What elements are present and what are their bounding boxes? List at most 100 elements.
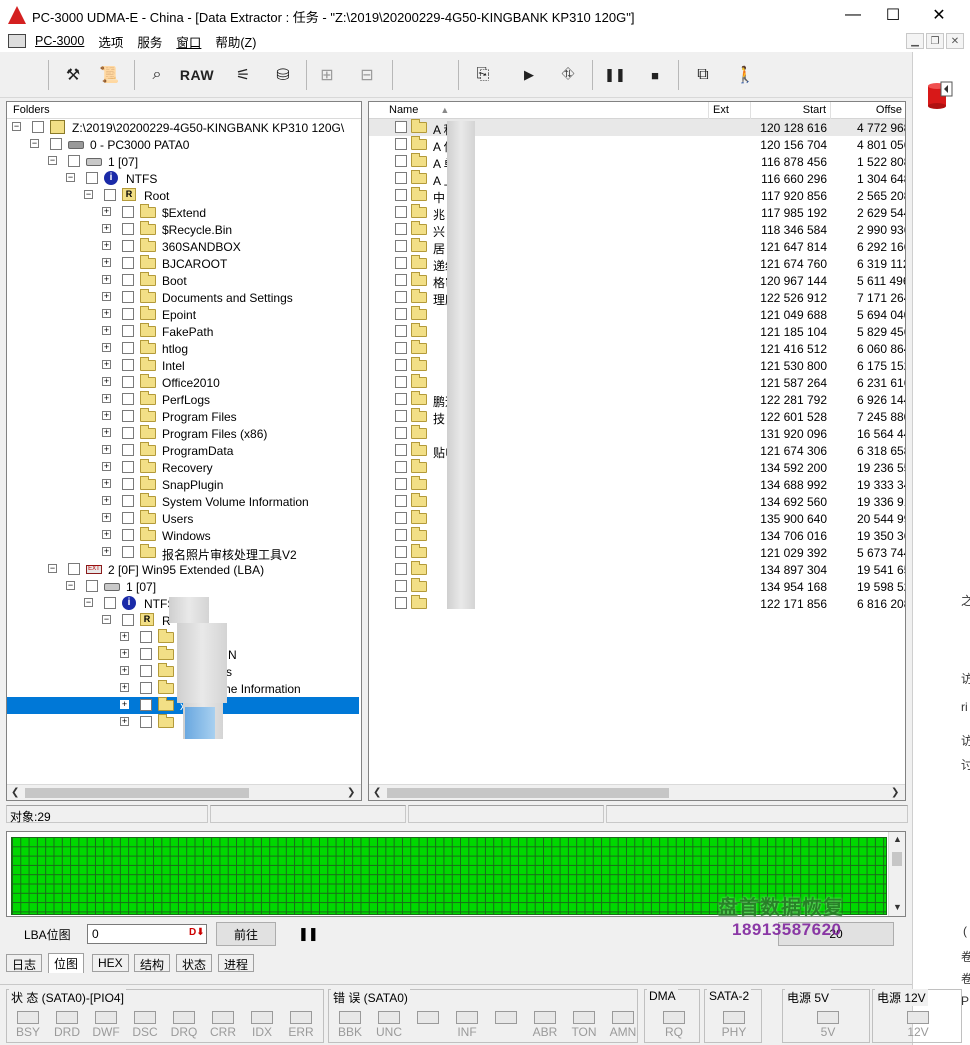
file-row-checkbox[interactable] — [395, 495, 407, 507]
collapse-icon[interactable]: − — [84, 190, 93, 199]
file-row-checkbox[interactable] — [395, 512, 407, 524]
tree-item[interactable]: − Z:\2019\20200229-4G50-KINGBANK KP310 12… — [7, 119, 359, 136]
expand-icon[interactable]: + — [102, 462, 111, 471]
tree-item[interactable]: + Documents and Settings — [7, 289, 359, 306]
mdi-minimize-button[interactable]: ▁ — [906, 33, 924, 49]
tab-status[interactable]: 状态 — [176, 954, 213, 972]
tree-item[interactable]: + FakePath — [7, 323, 359, 340]
tree-item[interactable]: + Program Files (x86) — [7, 425, 359, 442]
expand-icon[interactable]: + — [102, 224, 111, 233]
tree-item-checkbox[interactable] — [140, 648, 152, 660]
column-ext[interactable]: Ext — [709, 102, 751, 119]
expand-icon[interactable]: + — [102, 241, 111, 250]
tree-item-checkbox[interactable] — [122, 427, 134, 439]
tree-item[interactable]: + Recovery — [7, 459, 359, 476]
tree-item-checkbox[interactable] — [122, 410, 134, 422]
windows-icon[interactable]: ⧉ — [690, 61, 716, 89]
goto-button[interactable]: 前往 — [216, 922, 276, 946]
file-row-checkbox[interactable] — [395, 580, 407, 592]
lba-down-arrow-icon[interactable]: D⬇ — [189, 927, 205, 938]
tab-log[interactable]: 日志 — [6, 954, 43, 972]
file-row-checkbox[interactable] — [395, 308, 407, 320]
tab-process[interactable]: 进程 — [218, 954, 255, 972]
tree-item[interactable]: +360SANDBOX — [7, 238, 359, 255]
structure-view-icon[interactable]: ⊟ — [352, 61, 382, 89]
maximize-button[interactable]: ☐ — [870, 0, 916, 30]
disk-export-icon[interactable]: ⛁ — [270, 61, 296, 89]
tree-item-checkbox[interactable] — [140, 699, 152, 711]
scroll-thumb[interactable] — [387, 788, 669, 798]
tree-item-checkbox[interactable] — [86, 580, 98, 592]
tree-item[interactable]: − 0 - PC3000 PATA0 — [7, 136, 359, 153]
route-icon[interactable]: ⛗ — [552, 61, 584, 89]
tree-item-checkbox[interactable] — [122, 223, 134, 235]
expand-icon[interactable]: + — [102, 513, 111, 522]
export-file-icon[interactable]: ⎘ — [470, 61, 496, 89]
expand-icon[interactable]: + — [120, 717, 129, 726]
tree-item-checkbox[interactable] — [122, 512, 134, 524]
menu-pc3000[interactable]: PC-3000 — [28, 34, 91, 48]
tools-icon[interactable]: ⚒ — [60, 61, 86, 89]
tree-item[interactable]: + Office2010 — [7, 374, 359, 391]
file-row-checkbox[interactable] — [395, 189, 407, 201]
collapse-icon[interactable]: − — [66, 173, 75, 182]
tree-item-checkbox[interactable] — [122, 478, 134, 490]
column-offset[interactable]: Offse — [831, 102, 905, 119]
file-row-checkbox[interactable] — [395, 410, 407, 422]
tree-item-checkbox[interactable] — [122, 376, 134, 388]
tree-item-checkbox[interactable] — [122, 529, 134, 541]
tree-item-checkbox[interactable] — [122, 257, 134, 269]
menu-service[interactable]: 服务 — [130, 32, 169, 51]
scroll-right-icon[interactable]: ❯ — [347, 787, 355, 798]
tree-item-checkbox[interactable] — [122, 614, 134, 626]
folders-horizontal-scrollbar[interactable]: ❮ ❯ — [7, 784, 361, 800]
file-row-checkbox[interactable] — [395, 563, 407, 575]
tree-item[interactable]: + Program Files — [7, 408, 359, 425]
tree-item-checkbox[interactable] — [122, 308, 134, 320]
file-row-checkbox[interactable] — [395, 138, 407, 150]
file-row-checkbox[interactable] — [395, 257, 407, 269]
expand-icon[interactable]: + — [102, 394, 111, 403]
scroll-up-icon[interactable]: ▲ — [893, 834, 902, 844]
expand-icon[interactable]: + — [102, 496, 111, 505]
file-row-checkbox[interactable] — [395, 342, 407, 354]
scroll-thumb[interactable] — [25, 788, 249, 798]
file-row-checkbox[interactable] — [395, 393, 407, 405]
expand-icon[interactable]: + — [120, 632, 129, 641]
tree-item[interactable]: + PerfLogs — [7, 391, 359, 408]
collapse-icon[interactable]: − — [30, 139, 39, 148]
mdi-restore-button[interactable]: ❐ — [926, 33, 944, 49]
tree-item-checkbox[interactable] — [50, 138, 62, 150]
tree-item-checkbox[interactable] — [68, 155, 80, 167]
tree-item-checkbox[interactable] — [122, 359, 134, 371]
file-row-checkbox[interactable] — [395, 223, 407, 235]
expand-icon[interactable]: + — [102, 258, 111, 267]
pause-icon[interactable]: ❚❚ — [298, 926, 319, 942]
tree-item[interactable]: + $Extend — [7, 204, 359, 221]
file-row-checkbox[interactable] — [395, 274, 407, 286]
collapse-icon[interactable]: − — [48, 156, 57, 165]
tree-item-checkbox[interactable] — [140, 631, 152, 643]
expand-icon[interactable]: + — [102, 479, 111, 488]
expand-icon[interactable]: + — [102, 547, 111, 556]
tree-item-checkbox[interactable] — [122, 274, 134, 286]
collapse-icon[interactable]: − — [66, 581, 75, 590]
list-horizontal-scrollbar[interactable]: ❮ ❯ — [369, 784, 905, 800]
tree-item-checkbox[interactable] — [104, 597, 116, 609]
file-row-checkbox[interactable] — [395, 291, 407, 303]
expand-icon[interactable]: + — [102, 309, 111, 318]
tree-item[interactable]: − R Root — [7, 187, 359, 204]
tree-item-checkbox[interactable] — [122, 444, 134, 456]
tree-item-checkbox[interactable] — [122, 291, 134, 303]
file-row-checkbox[interactable] — [395, 155, 407, 167]
raw-button[interactable]: RAW — [178, 61, 216, 89]
file-row-checkbox[interactable] — [395, 325, 407, 337]
scroll-down-icon[interactable]: ▼ — [893, 902, 902, 912]
pause-icon[interactable]: ❚❚ — [602, 61, 628, 89]
tree-item-checkbox[interactable] — [122, 546, 134, 558]
file-row-checkbox[interactable] — [395, 444, 407, 456]
tree-view-icon[interactable]: ⊞ — [314, 61, 340, 89]
file-row-checkbox[interactable] — [395, 206, 407, 218]
database-icon[interactable] — [925, 80, 955, 112]
file-row-checkbox[interactable] — [395, 427, 407, 439]
